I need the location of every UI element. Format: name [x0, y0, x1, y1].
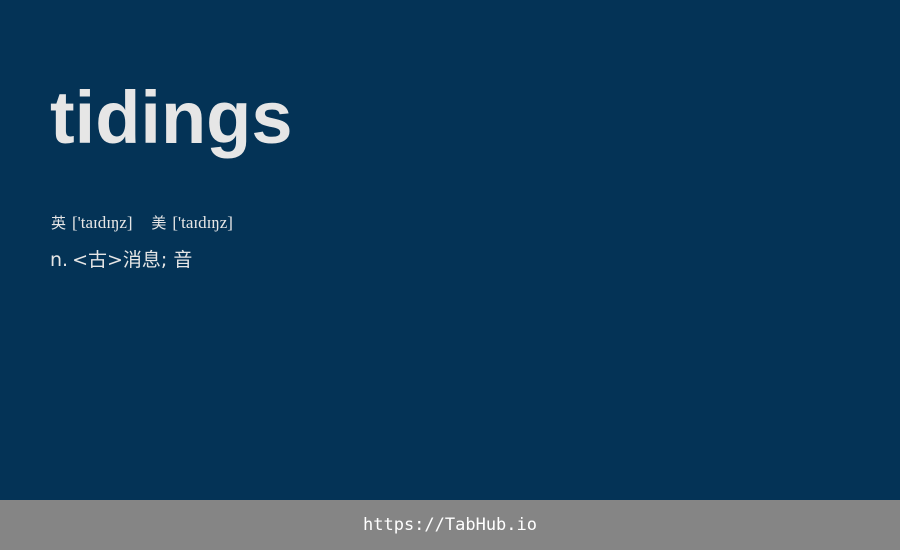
phonetic-us-label: 美	[151, 214, 167, 232]
definition-row: n. <古>消息; 音	[50, 247, 192, 273]
new-tab-page: tidings 英 ['taɪdɪŋz] 美 ['taɪdɪŋz] n. <古>消息;…	[0, 0, 900, 550]
phonetics-row: 英 ['taɪdɪŋz] 美 ['taɪdɪŋz]	[51, 212, 233, 234]
definition-meaning: <古>消息; 音	[72, 249, 193, 271]
phonetic-uk: 英 ['taɪdɪŋz]	[51, 212, 133, 234]
part-of-speech: n.	[50, 249, 69, 271]
footer-bar: https://TabHub.io	[0, 500, 900, 550]
phonetic-uk-label: 英	[51, 214, 67, 232]
phonetic-us: 美 ['taɪdɪŋz]	[151, 212, 233, 234]
phonetic-us-text: ['taɪdɪŋz]	[172, 213, 233, 232]
phonetic-uk-text: ['taɪdɪŋz]	[72, 213, 133, 232]
headword: tidings	[50, 76, 293, 159]
tabhub-link[interactable]: https://TabHub.io	[363, 515, 537, 535]
